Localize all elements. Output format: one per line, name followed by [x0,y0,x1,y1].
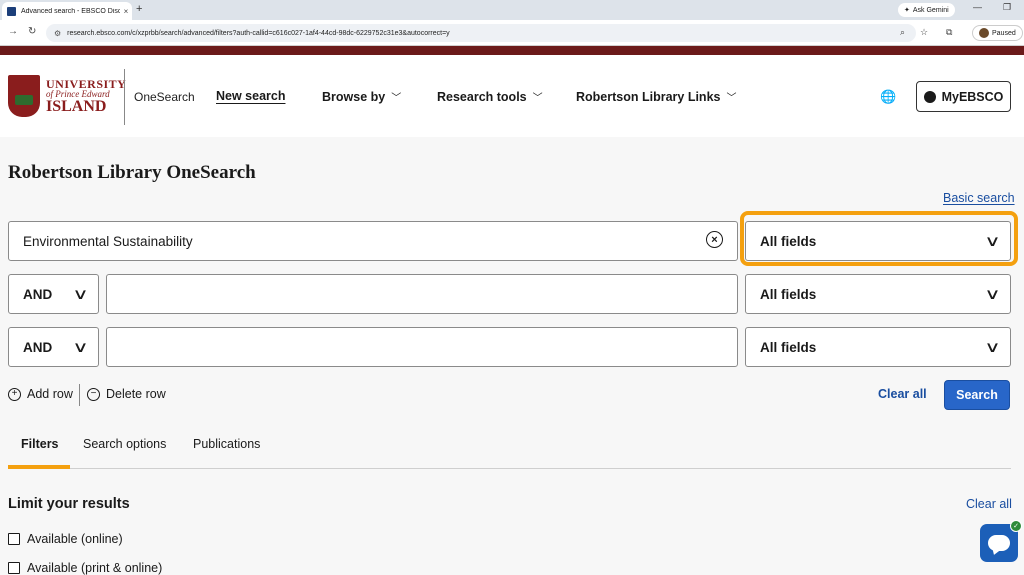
onesearch-label: OneSearch [134,90,195,104]
bookmark-star-icon[interactable]: ☆ [920,27,928,38]
site-settings-icon[interactable]: ⚙ [54,29,61,38]
profile-button[interactable]: Paused [972,25,1023,41]
checkbox[interactable] [8,562,20,574]
clear-query-icon[interactable]: × [706,231,723,248]
browser-tab-bar: Advanced search - EBSCO Disc × + ✦ Ask G… [0,0,1024,20]
checkbox[interactable] [8,533,20,545]
add-row-button[interactable]: + Add row [8,387,73,401]
upei-logo[interactable]: UNIVERSITY of Prince Edward ISLAND [8,75,126,117]
chevron-down-icon: ∨ [984,339,1001,356]
field-select-3[interactable]: All fields ∨ [745,327,1011,367]
operator-select-3[interactable]: AND ∨ [8,327,99,367]
nav-browse-by[interactable]: Browse by ﹀ [322,89,402,105]
extensions-icon[interactable]: ⧉ [946,27,952,38]
language-globe-icon[interactable]: 🌐 [880,89,896,105]
clear-all-button[interactable]: Clear all [878,387,927,401]
header-divider [124,69,125,125]
brand-strip [0,46,1024,55]
user-avatar-icon [923,90,936,103]
sparkle-icon: ✦ [904,7,910,14]
logo-line-3: ISLAND [46,97,107,115]
page-title: Robertson Library OneSearch [8,162,256,183]
basic-search-link[interactable]: Basic search [943,191,1015,205]
minimize-window-icon[interactable]: — [973,2,982,12]
search-query-input-1[interactable]: Environmental Sustainability [8,221,738,261]
ebsco-favicon-icon [7,6,16,16]
search-button[interactable]: Search [944,380,1010,410]
browser-tab[interactable]: Advanced search - EBSCO Disc × [2,2,132,20]
online-check-icon: ✓ [1010,520,1022,532]
reload-icon[interactable]: ↻ [28,26,36,37]
operator-select-2[interactable]: AND ∨ [8,274,99,314]
upei-shield-icon [8,75,40,117]
tabs-divider [8,468,1011,469]
limit-results-heading: Limit your results [8,496,130,512]
chevron-down-icon: ∨ [72,286,89,303]
nav-research-tools[interactable]: Research tools ﹀ [437,89,543,105]
row-action-divider [79,384,80,406]
site-header: UNIVERSITY of Prince Edward ISLAND OneSe… [0,55,1024,137]
limit-available-online[interactable]: Available (online) [8,532,123,546]
tab-search-options[interactable]: Search options [83,437,166,451]
field-select-2[interactable]: All fields ∨ [745,274,1011,314]
address-bar: → ↻ ⚙ research.ebsco.com/c/xzprbb/search… [0,20,1024,46]
chevron-down-icon: ∨ [984,286,1001,303]
profile-avatar [979,28,989,38]
search-query-input-3[interactable] [106,327,738,367]
plus-circle-icon: + [8,387,21,401]
close-tab-icon[interactable]: × [120,7,132,16]
forward-icon[interactable]: → [8,26,18,37]
nav-library-links[interactable]: Robertson Library Links ﹀ [576,89,737,105]
nav-new-search[interactable]: New search [216,89,285,103]
active-tab-indicator [8,465,70,469]
limit-available-print-online[interactable]: Available (print & online) [8,561,162,575]
ask-gemini-button[interactable]: ✦ Ask Gemini [898,3,955,17]
zoom-icon[interactable]: ⌕ [900,27,905,38]
chevron-down-icon: ∨ [72,339,89,356]
url-text: research.ebsco.com/c/xzprbb/search/advan… [67,29,450,37]
search-query-input-2[interactable] [106,274,738,314]
delete-row-button[interactable]: − Delete row [87,387,166,401]
browser-tab-title: Advanced search - EBSCO Disc [21,7,120,15]
chevron-down-icon: ﹀ [391,93,402,104]
chevron-down-icon: ﹀ [532,93,543,104]
myebsco-button[interactable]: MyEBSCO [916,81,1011,112]
logo-line-1: UNIVERSITY [46,76,127,91]
limit-clear-all-link[interactable]: Clear all [966,497,1012,511]
tab-filters[interactable]: Filters [21,437,59,451]
restore-window-icon[interactable]: ❐ [1003,2,1011,13]
focus-highlight [740,211,1018,266]
new-tab-button[interactable]: + [136,3,142,15]
tab-publications[interactable]: Publications [193,437,260,451]
chevron-down-icon: ﹀ [726,93,737,104]
url-field[interactable]: ⚙ research.ebsco.com/c/xzprbb/search/adv… [46,24,916,42]
minus-circle-icon: − [87,387,100,401]
chat-bubble-icon [988,535,1010,551]
